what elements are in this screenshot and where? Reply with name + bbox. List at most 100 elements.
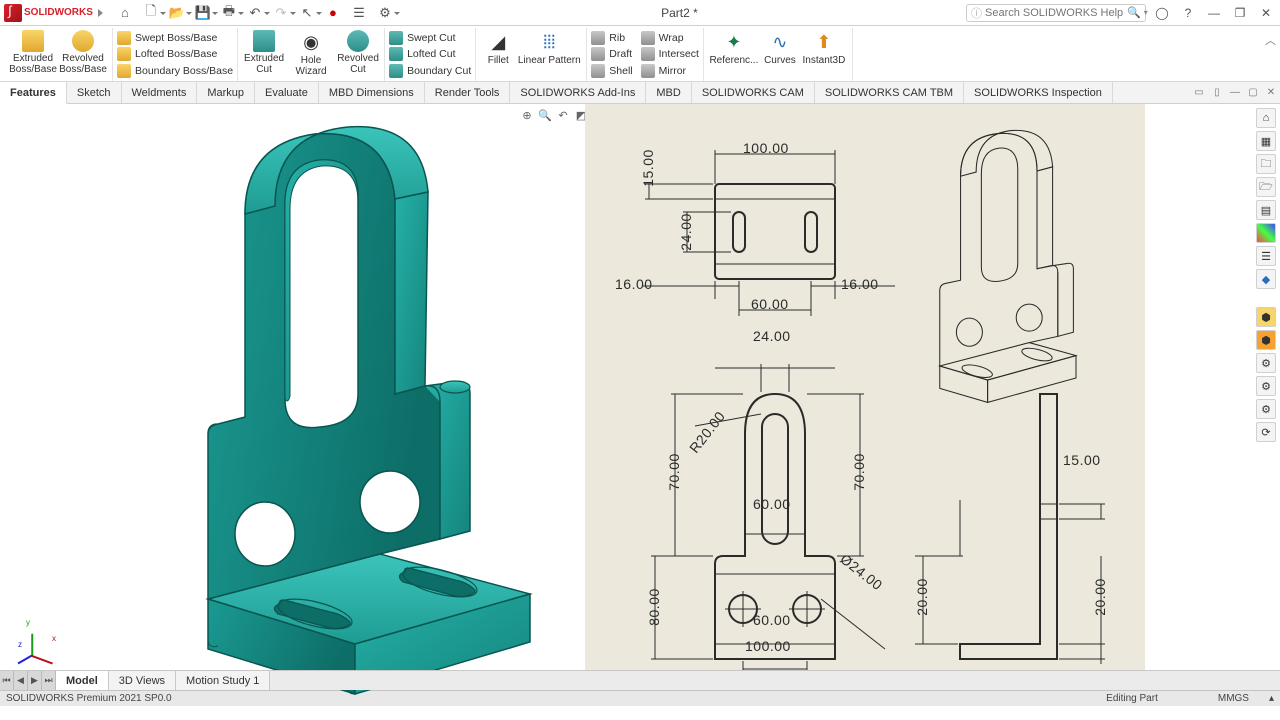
search-icon[interactable]: 🔍 — [1127, 6, 1141, 19]
boundary-boss-button[interactable]: Boundary Boss/Base — [117, 63, 233, 79]
new-icon[interactable]: 🗋 — [143, 5, 159, 21]
lofted-cut-button[interactable]: Lofted Cut — [389, 46, 471, 62]
mirror-icon — [641, 64, 655, 78]
previous-view-icon[interactable]: ↶ — [556, 108, 570, 122]
tab-motion-study[interactable]: Motion Study 1 — [176, 671, 270, 690]
dim-15-side: 15.00 — [1063, 452, 1101, 468]
taskpane-cam-3-icon[interactable]: ⚙ — [1256, 353, 1276, 373]
zoom-fit-icon[interactable]: ⊕ — [520, 108, 534, 122]
mirror-button[interactable]: Mirror — [641, 63, 699, 79]
taskpane-custom-props-icon[interactable]: ☰ — [1256, 246, 1276, 266]
taskpane-cam-5-icon[interactable]: ⚙ — [1256, 399, 1276, 419]
taskpane-home-icon[interactable]: ⌂ — [1256, 108, 1276, 128]
taskpane-cam-6-icon[interactable]: ⟳ — [1256, 422, 1276, 442]
solidworks-icon — [4, 4, 22, 22]
help-search[interactable]: ⓘ 🔍 ▾ — [966, 4, 1146, 22]
wrap-icon — [641, 31, 655, 45]
save-icon[interactable]: 💾 — [195, 5, 211, 21]
taskpane-forum-icon[interactable]: ◆ — [1256, 269, 1276, 289]
minimize-icon[interactable]: — — [1204, 4, 1224, 22]
tab-evaluate[interactable]: Evaluate — [255, 82, 319, 103]
dim-20l: 20.00 — [914, 578, 930, 616]
lofted-boss-button[interactable]: Lofted Boss/Base — [117, 46, 233, 62]
taskpane-design-library-icon[interactable]: 🗀 — [1256, 154, 1276, 174]
tab-model[interactable]: Model — [56, 671, 109, 690]
wrap-button[interactable]: Wrap — [641, 30, 699, 46]
zoom-area-icon[interactable]: 🔍 — [538, 108, 552, 122]
user-icon[interactable]: ◯ — [1152, 4, 1172, 22]
tab-solidworks-cam-tbm[interactable]: SOLIDWORKS CAM TBM — [815, 82, 964, 103]
options-icon[interactable]: ☰ — [351, 5, 367, 21]
app-logo[interactable]: SOLIDWORKS — [4, 4, 103, 22]
tab-mbd-dimensions[interactable]: MBD Dimensions — [319, 82, 425, 103]
hole-wizard-button[interactable]: ◉Hole Wizard — [286, 28, 336, 81]
ribbon-collapse-icon[interactable]: ︿ — [1265, 32, 1276, 48]
graphics-viewport[interactable]: ⊕ 🔍 ↶ ◩ ◧ ▦ — [0, 104, 1280, 690]
extruded-cut-button[interactable]: Extruded Cut — [242, 28, 286, 81]
taskpane-file-explorer-icon[interactable]: 🗁 — [1256, 177, 1276, 197]
print-icon[interactable]: 🖶 — [221, 5, 237, 21]
extruded-boss-button[interactable]: Extruded Boss/Base — [8, 28, 58, 81]
undo-icon[interactable]: ↶ — [247, 5, 263, 21]
orientation-triad[interactable]: y x z — [22, 622, 62, 662]
tab-solidworks-addins[interactable]: SOLIDWORKS Add-Ins — [510, 82, 646, 103]
settings-icon[interactable]: ⚙ — [377, 5, 393, 21]
tab-features[interactable]: Features — [0, 82, 67, 104]
lofted-cut-icon — [389, 47, 403, 61]
swept-cut-button[interactable]: Swept Cut — [389, 30, 471, 46]
app-menu-arrow-icon[interactable] — [98, 9, 103, 17]
viewport-minimize-icon[interactable]: — — [1226, 82, 1244, 103]
rib-button[interactable]: Rib — [591, 30, 632, 46]
status-menu-icon[interactable]: ▴ — [1269, 693, 1274, 704]
fillet-icon: ◢ — [486, 30, 510, 54]
search-input[interactable] — [985, 7, 1127, 19]
boundary-cut-button[interactable]: Boundary Cut — [389, 63, 471, 79]
tab-markup[interactable]: Markup — [197, 82, 255, 103]
help-button-icon[interactable]: ? — [1178, 4, 1198, 22]
revolved-cut-icon — [347, 30, 369, 52]
intersect-button[interactable]: Intersect — [641, 46, 699, 62]
tab-nav-arrows[interactable]: ⏮◀▶⏭ — [0, 671, 56, 690]
tab-sketch[interactable]: Sketch — [67, 82, 122, 103]
taskpane-appearances-icon[interactable] — [1256, 223, 1276, 243]
tab-mbd[interactable]: MBD — [646, 82, 691, 103]
taskpane-cam-1-icon[interactable]: ⬢ — [1256, 307, 1276, 327]
tab-solidworks-cam[interactable]: SOLIDWORKS CAM — [692, 82, 815, 103]
tab-3d-views[interactable]: 3D Views — [109, 671, 176, 690]
redo-icon[interactable]: ↷ — [273, 5, 289, 21]
instant3d-button[interactable]: ⬆Instant3D — [800, 28, 848, 81]
open-icon[interactable]: 📂 — [169, 5, 185, 21]
taskpane-view-palette-icon[interactable]: ▤ — [1256, 200, 1276, 220]
tab-render-tools[interactable]: Render Tools — [425, 82, 511, 103]
restore-icon[interactable]: ❐ — [1230, 4, 1250, 22]
revolved-boss-button[interactable]: Revolved Boss/Base — [58, 28, 108, 81]
dim-24v: 24.00 — [678, 213, 694, 251]
search-dropdown-icon[interactable]: ▾ — [1144, 8, 1148, 17]
tab-solidworks-inspection[interactable]: SOLIDWORKS Inspection — [964, 82, 1113, 103]
home-icon[interactable]: ⌂ — [117, 5, 133, 21]
tab-weldments[interactable]: Weldments — [122, 82, 198, 103]
revolved-cut-button[interactable]: Revolved Cut — [336, 28, 380, 81]
dim-80: 80.00 — [646, 588, 662, 626]
dim-100-bot: 100.00 — [745, 638, 791, 654]
swept-boss-button[interactable]: Swept Boss/Base — [117, 30, 233, 46]
taskpane-cam-2-icon[interactable]: ⬢ — [1256, 330, 1276, 350]
viewport-layout-1-icon[interactable]: ▭ — [1190, 82, 1208, 103]
curves-button[interactable]: ∿Curves — [760, 28, 800, 81]
viewport-layout-2-icon[interactable]: ▯ — [1208, 82, 1226, 103]
shell-button[interactable]: Shell — [591, 63, 632, 79]
taskpane-cam-4-icon[interactable]: ⚙ — [1256, 376, 1276, 396]
taskpane-resources-icon[interactable]: ▦ — [1256, 131, 1276, 151]
viewport-close-icon[interactable]: ✕ — [1262, 82, 1280, 103]
status-units[interactable]: MMGS — [1218, 693, 1249, 704]
rebuild-icon[interactable]: ● — [325, 5, 341, 21]
close-icon[interactable]: ✕ — [1256, 4, 1276, 22]
select-icon[interactable]: ↖ — [299, 5, 315, 21]
linear-pattern-button[interactable]: ⦙⦙⦙Linear Pattern — [516, 28, 582, 81]
fillet-button[interactable]: ◢Fillet — [480, 28, 516, 81]
drawing-reference-pane: 100.00 15.00 24.00 16.00 16.00 60.00 24.… — [585, 104, 1145, 689]
dim-60-top: 60.00 — [751, 296, 789, 312]
draft-button[interactable]: Draft — [591, 46, 632, 62]
reference-geometry-button[interactable]: ✦Referenc... — [708, 28, 760, 81]
viewport-maximize-icon[interactable]: ▢ — [1244, 82, 1262, 103]
